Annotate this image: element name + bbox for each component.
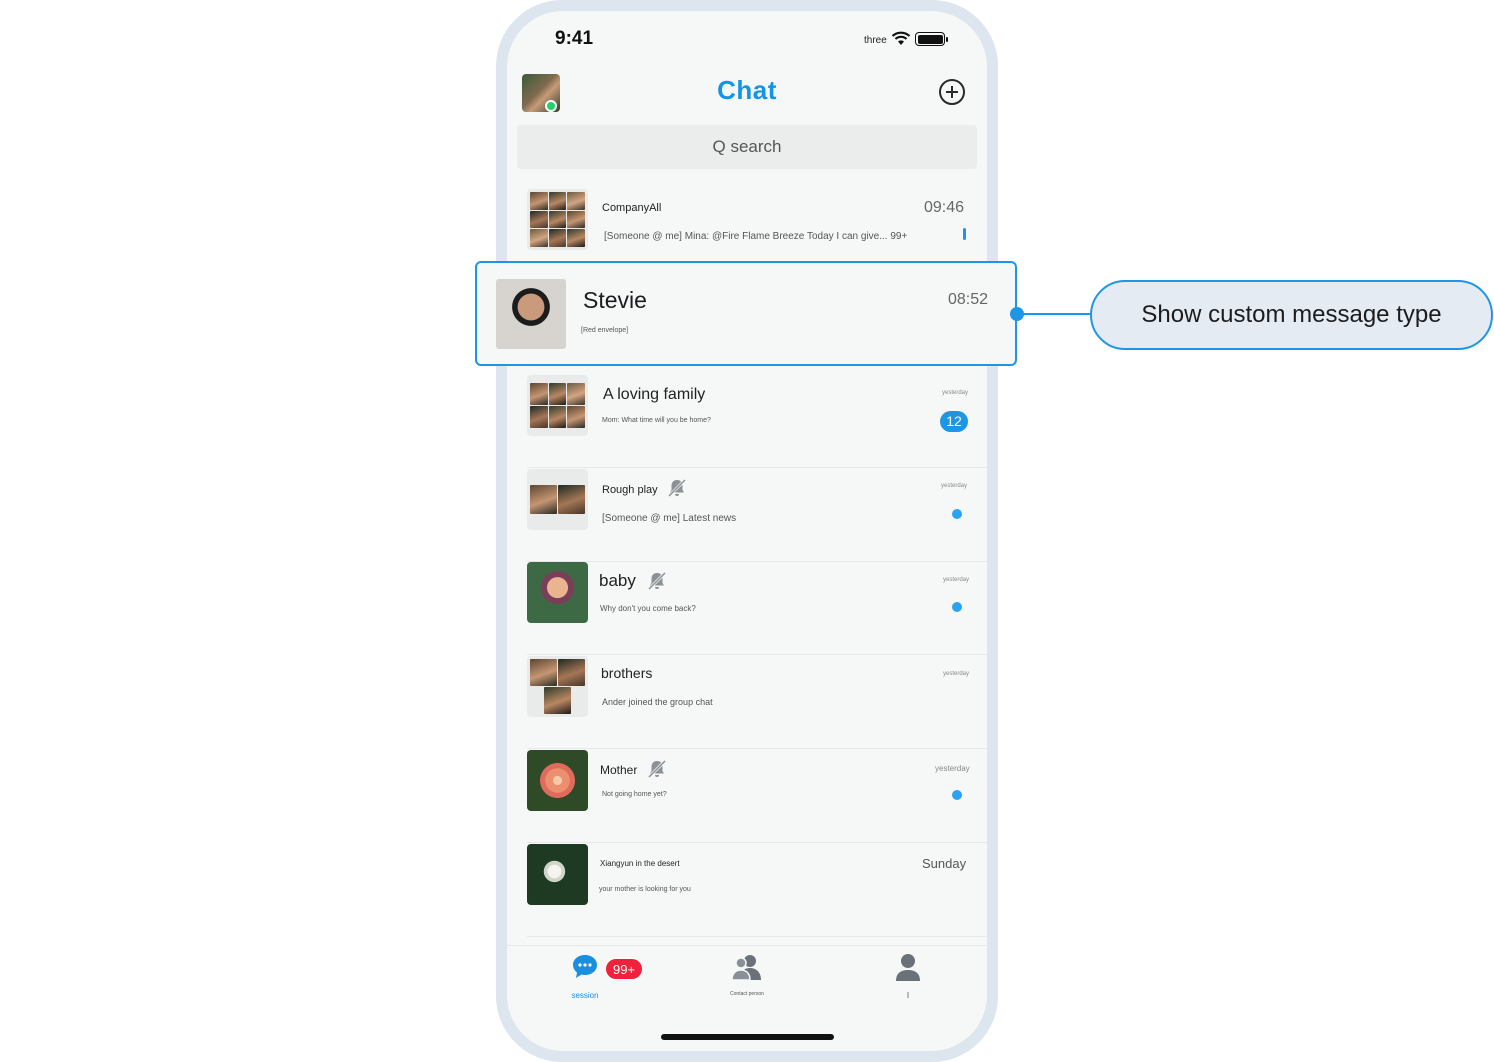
person-icon (896, 954, 920, 981)
highlighted-conversation-item[interactable]: Stevie [Red envelope] 08:52 (475, 261, 1017, 366)
battery-icon (915, 32, 948, 46)
group-avatar (527, 375, 588, 436)
conversation-name: Mother (600, 763, 638, 777)
conversation-preview: Mom: What time will you be home? (602, 417, 711, 424)
chat-bubble-icon (573, 955, 597, 978)
conversation-item[interactable]: Rough play [Someone @ me] Latest news ye… (527, 469, 987, 562)
conversation-item[interactable]: baby Why don't you come back? yesterday (527, 562, 987, 655)
mute-bell-icon (647, 759, 667, 779)
conversation-time: Sunday (922, 856, 967, 871)
unread-total-badge: 99+ (605, 958, 644, 980)
plus-circle-icon[interactable] (939, 79, 965, 105)
group-avatar (527, 189, 588, 250)
conversation-item[interactable]: brothers Ander joined the group chat yes… (527, 656, 987, 749)
unread-count-badge: 12 (940, 411, 968, 432)
conversation-time: yesterday (942, 390, 969, 396)
conversation-name: brothers (601, 665, 653, 681)
conversation-preview: your mother is looking for you (599, 886, 691, 893)
unread-indicator (963, 228, 966, 240)
conversation-preview: [Someone @ me] Mina: @Fire Flame Breeze … (604, 231, 908, 242)
tab-label: Contact person (730, 991, 764, 997)
conversation-name: Rough play (602, 484, 658, 496)
contact-avatar (527, 750, 588, 811)
unread-dot (952, 790, 962, 800)
conversation-time: 09:46 (924, 199, 965, 216)
mute-bell-icon (667, 478, 687, 498)
conversation-name: baby (599, 571, 636, 590)
conversation-name: A loving family (603, 386, 706, 403)
callout-connector-line (1017, 313, 1090, 315)
contact-avatar (496, 279, 566, 349)
conversation-name: CompanyAll (602, 202, 662, 214)
page-title: Chat (717, 75, 777, 105)
callout-label: Show custom message type (1090, 280, 1493, 350)
conversation-preview: [Someone @ me] Latest news (602, 513, 737, 524)
home-indicator (661, 1034, 834, 1040)
contact-avatar (527, 562, 588, 623)
conversation-preview: [Red envelope] (581, 327, 629, 334)
conversation-item[interactable]: Xiangyun in the desert your mother is lo… (527, 844, 987, 937)
tab-label: session (571, 991, 599, 1000)
tab-me[interactable]: I (848, 952, 968, 1000)
mute-bell-icon (647, 571, 667, 591)
search-bar[interactable]: Q search (517, 125, 977, 169)
app-screen: 9:41 three Chat Q search CompanyAll [Som… (507, 11, 987, 1051)
conversation-name: Stevie (583, 287, 647, 313)
status-time: 9:41 (555, 28, 594, 49)
tab-label: I (906, 991, 910, 1000)
carrier-label: three (864, 35, 887, 46)
group-avatar (527, 469, 588, 530)
group-avatar (527, 656, 588, 717)
conversation-time: yesterday (941, 483, 968, 489)
conversation-time: yesterday (943, 577, 970, 583)
conversation-item[interactable]: A loving family Mom: What time will you … (527, 375, 987, 468)
conversation-preview: Ander joined the group chat (602, 697, 713, 707)
callout-anchor-dot (1010, 307, 1024, 321)
unread-dot (952, 602, 962, 612)
contacts-icon (731, 955, 761, 981)
conversation-preview: Not going home yet? (602, 791, 667, 798)
unread-dot (952, 509, 962, 519)
conversation-time: 08:52 (948, 291, 989, 308)
conversation-time: yesterday (935, 764, 970, 773)
conversation-item[interactable]: Mother Not going home yet? yesterday (527, 750, 987, 843)
conversation-preview: Why don't you come back? (600, 604, 696, 613)
tab-session[interactable]: session 99+ (525, 952, 645, 1000)
wifi-icon (891, 31, 911, 45)
conversation-name: Xiangyun in the desert (600, 859, 680, 868)
conversation-time: yesterday (943, 671, 970, 677)
phone-frame: 9:41 three Chat Q search CompanyAll [Som… (496, 0, 998, 1062)
contact-avatar (527, 844, 588, 905)
tab-contact-person[interactable]: Contact person (687, 952, 807, 997)
